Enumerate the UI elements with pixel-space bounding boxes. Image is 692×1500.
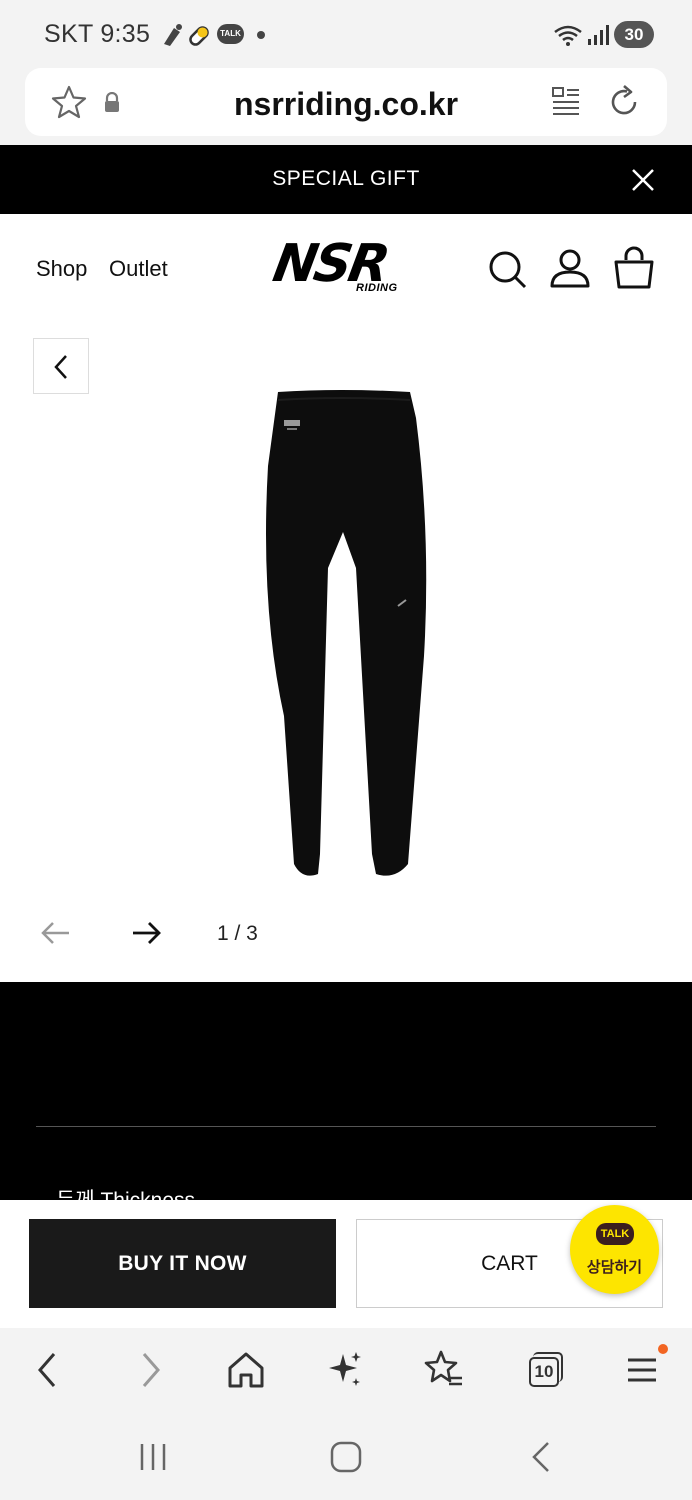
- tabs-count: 10: [534, 1362, 554, 1381]
- account-icon[interactable]: [550, 248, 590, 288]
- close-icon[interactable]: [630, 167, 656, 193]
- talk-label: 상담하기: [586, 1259, 643, 1276]
- bike-icon: [164, 24, 182, 46]
- menu-icon[interactable]: [620, 1348, 664, 1392]
- cart-bag-icon[interactable]: [613, 246, 655, 290]
- image-counter: 1 / 3: [217, 922, 258, 945]
- product-image-leggings[interactable]: [240, 386, 450, 886]
- search-icon[interactable]: [488, 250, 528, 290]
- talk-icon: TALK: [217, 24, 244, 44]
- product-gallery: 1 / 3: [0, 324, 692, 982]
- kakao-chat-button[interactable]: TALK 상담하기: [570, 1205, 659, 1294]
- next-image-arrow-icon[interactable]: [130, 920, 162, 946]
- signal-icon: [588, 25, 609, 45]
- back-button[interactable]: [33, 338, 89, 394]
- dot-icon: [257, 31, 265, 39]
- previous-image-arrow-icon[interactable]: [40, 920, 72, 946]
- reload-icon[interactable]: [607, 84, 641, 120]
- nsr-logo[interactable]: NSR RIDING: [269, 234, 420, 300]
- home-icon[interactable]: [224, 1348, 268, 1392]
- reader-mode-icon[interactable]: [551, 86, 581, 118]
- wifi-icon: [554, 25, 582, 46]
- browser-back-icon[interactable]: [26, 1348, 70, 1392]
- divider: [36, 1126, 656, 1127]
- promo-text: SPECIAL GIFT: [272, 167, 420, 190]
- bookmarks-icon[interactable]: [421, 1348, 465, 1392]
- home-button-icon[interactable]: [329, 1440, 363, 1474]
- nav-shop[interactable]: Shop: [36, 256, 87, 282]
- product-detail-section: 두께 Thickness: [0, 982, 692, 1202]
- tabs-icon[interactable]: 10: [522, 1348, 566, 1392]
- buy-now-button[interactable]: BUY IT NOW: [29, 1219, 336, 1308]
- notification-dot: [658, 1344, 668, 1354]
- pill-icon: [189, 26, 209, 46]
- site-header: Shop Outlet NSR RIDING: [0, 214, 692, 324]
- browser-forward-icon[interactable]: [128, 1348, 172, 1392]
- browser-toolbar: 10: [0, 1328, 692, 1414]
- chevron-left-icon: [54, 355, 67, 379]
- system-navigation-bar: [0, 1414, 692, 1500]
- address-bar[interactable]: nsrriding.co.kr: [25, 68, 667, 136]
- promo-banner[interactable]: SPECIAL GIFT: [0, 145, 692, 214]
- browser-address-area: nsrriding.co.kr: [0, 66, 692, 146]
- nav-outlet[interactable]: Outlet: [109, 256, 168, 282]
- recent-apps-icon[interactable]: [136, 1440, 170, 1474]
- status-bar: SKT 9:35 TALK 30: [0, 0, 692, 66]
- status-time: SKT 9:35: [44, 20, 151, 48]
- battery-icon: 30: [614, 21, 654, 48]
- talk-badge: TALK: [596, 1223, 634, 1245]
- sparkle-icon[interactable]: [323, 1348, 367, 1392]
- system-back-icon[interactable]: [526, 1440, 556, 1474]
